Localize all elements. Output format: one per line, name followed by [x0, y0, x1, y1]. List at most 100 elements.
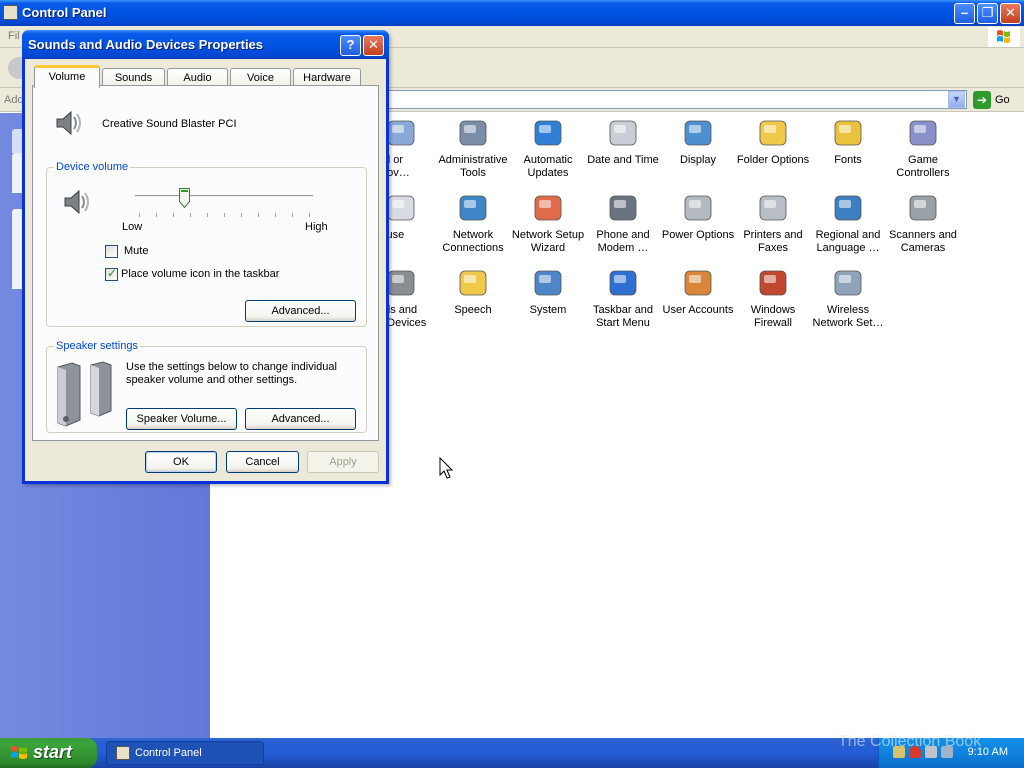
mute-label[interactable]: Mute: [124, 245, 148, 257]
fonts-icon: [831, 116, 865, 150]
speaker-settings-title: Speaker settings: [54, 340, 140, 352]
speech-icon: [456, 266, 490, 300]
address-dropdown-icon[interactable]: ▼: [948, 91, 965, 108]
cp-item-date-time[interactable]: Date and Time: [585, 116, 661, 188]
slider-tick: [190, 213, 191, 217]
cp-item-windows-firewall[interactable]: Windows Firewall: [735, 266, 811, 338]
cp-item-automatic-updates[interactable]: Automatic Updates: [510, 116, 586, 188]
cp-item-phone-modem[interactable]: Phone and Modem …: [585, 191, 661, 263]
cp-item-speech[interactable]: Speech: [435, 266, 511, 338]
cp-item-taskbar-start-menu[interactable]: Taskbar and Start Menu: [585, 266, 661, 338]
cp-item-game-controllers[interactable]: Game Controllers: [885, 116, 961, 188]
slider-thumb[interactable]: [179, 188, 191, 209]
cp-item-label: Administrative Tools: [438, 154, 508, 179]
speaker-settings-text: Use the settings below to change individ…: [126, 361, 337, 386]
slider-tick: [224, 213, 225, 217]
device-name: Creative Sound Blaster PCI: [102, 118, 237, 130]
cp-item-wireless-network[interactable]: Wireless Network Set…: [810, 266, 886, 338]
apply-button[interactable]: Apply: [307, 451, 379, 473]
help-button[interactable]: ?: [340, 35, 361, 56]
taskbar-control-panel-label: Control Panel: [135, 747, 202, 759]
phone-modem-icon: [606, 191, 640, 225]
taskbar-icon-checkbox[interactable]: [105, 266, 118, 281]
speaker-advanced-button[interactable]: Advanced...: [245, 408, 356, 430]
game-controllers-icon: [906, 116, 940, 150]
dialog-close-button[interactable]: ✕: [363, 35, 384, 56]
volume-speaker-icon: [61, 186, 93, 218]
display-icon: [681, 116, 715, 150]
cp-item-scanners-cameras[interactable]: Scanners and Cameras: [885, 191, 961, 263]
speaker-volume-button[interactable]: Speaker Volume...: [126, 408, 237, 430]
network-connections-icon: [456, 191, 490, 225]
cp-item-power-options[interactable]: Power Options: [660, 191, 736, 263]
minimize-button[interactable]: –: [954, 3, 975, 24]
slider-tick: [258, 213, 259, 217]
cp-item-administrative-tools[interactable]: Administrative Tools: [435, 116, 511, 188]
mute-checkbox[interactable]: [105, 245, 118, 258]
go-button[interactable]: ➔ Go: [972, 91, 1022, 109]
slider-tick: [275, 213, 276, 217]
slider-tick: [309, 213, 310, 217]
cp-item-regional-language[interactable]: Regional and Language …: [810, 191, 886, 263]
cp-item-label: Automatic Updates: [523, 154, 573, 179]
cp-item-folder-options[interactable]: Folder Options: [735, 116, 811, 188]
volume-tab-page: Creative Sound Blaster PCI Device volume: [32, 85, 379, 441]
administrative-tools-icon: [456, 116, 490, 150]
device-volume-group: Device volume Low High Mute ✓ Place volu…: [46, 161, 367, 327]
cp-item-printers-faxes[interactable]: Printers and Faxes: [735, 191, 811, 263]
taskbar-icon-label[interactable]: Place volume icon in the taskbar: [121, 268, 279, 280]
printers-faxes-icon: [756, 191, 790, 225]
wireless-network-icon: [831, 266, 865, 300]
cp-item-label: Folder Options: [736, 154, 810, 166]
speaker-icon: [53, 107, 85, 139]
windows-firewall-icon: [756, 266, 790, 300]
cp-item-user-accounts[interactable]: User Accounts: [660, 266, 736, 338]
taskbar-start-menu-icon: [606, 266, 640, 300]
cp-item-label: Taskbar and Start Menu: [593, 304, 653, 329]
windows-flag-icon: [10, 745, 28, 761]
control-panel-titlebar[interactable]: Control Panel – ❐ ✕: [0, 0, 1024, 26]
menu-file[interactable]: Fil: [8, 30, 20, 42]
slider-high-label: High: [305, 221, 328, 233]
cp-item-label: User Accounts: [662, 304, 734, 316]
cp-item-network-setup-wizard[interactable]: Network Setup Wizard: [510, 191, 586, 263]
go-arrow-icon: ➔: [973, 91, 991, 109]
cancel-button[interactable]: Cancel: [226, 451, 299, 473]
taskbar-control-panel[interactable]: Control Panel: [106, 741, 264, 765]
cp-item-label: Network Setup Wizard: [511, 229, 585, 254]
cp-item-system[interactable]: System: [510, 266, 586, 338]
start-label: start: [33, 742, 73, 762]
ok-button[interactable]: OK: [145, 451, 217, 473]
sounds-audio-dialog: Sounds and Audio Devices Properties ? ✕ …: [22, 30, 389, 484]
cp-item-label: Phone and Modem …: [596, 229, 650, 254]
cp-item-label: Network Connections: [442, 229, 504, 254]
restore-button[interactable]: ❐: [977, 3, 998, 24]
date-time-icon: [606, 116, 640, 150]
folder-options-icon: [756, 116, 790, 150]
control-panel-task-icon: [116, 746, 130, 760]
tab-volume[interactable]: Volume: [34, 65, 100, 88]
volume-advanced-button[interactable]: Advanced...: [245, 300, 356, 322]
volume-slider[interactable]: [135, 186, 315, 220]
dialog-titlebar[interactable]: Sounds and Audio Devices Properties ? ✕: [22, 30, 389, 59]
close-button[interactable]: ✕: [1000, 3, 1021, 24]
mouse-icon: [384, 191, 418, 225]
go-label: Go: [995, 94, 1010, 106]
window-title: Control Panel: [22, 5, 107, 20]
start-button[interactable]: start: [0, 738, 97, 768]
cp-item-display[interactable]: Display: [660, 116, 736, 188]
slider-low-label: Low: [122, 221, 143, 233]
slider-tick: [207, 213, 208, 217]
cp-item-label: Game Controllers: [896, 154, 950, 179]
cp-item-label: Regional and Language …: [815, 229, 881, 254]
cp-item-label: Wireless Network Set…: [812, 304, 884, 329]
cp-item-fonts[interactable]: Fonts: [810, 116, 886, 188]
watermark: The Collection Book: [838, 733, 982, 750]
slider-track: [135, 195, 313, 198]
regional-language-icon: [831, 191, 865, 225]
cp-item-label: Scanners and Cameras: [889, 229, 957, 254]
cp-item-network-connections[interactable]: Network Connections: [435, 191, 511, 263]
sounds-audio-icon: [384, 266, 418, 300]
cp-item-label: Speech: [454, 304, 492, 316]
speaker-settings-group: Speaker settings Use the settings below …: [46, 340, 367, 433]
